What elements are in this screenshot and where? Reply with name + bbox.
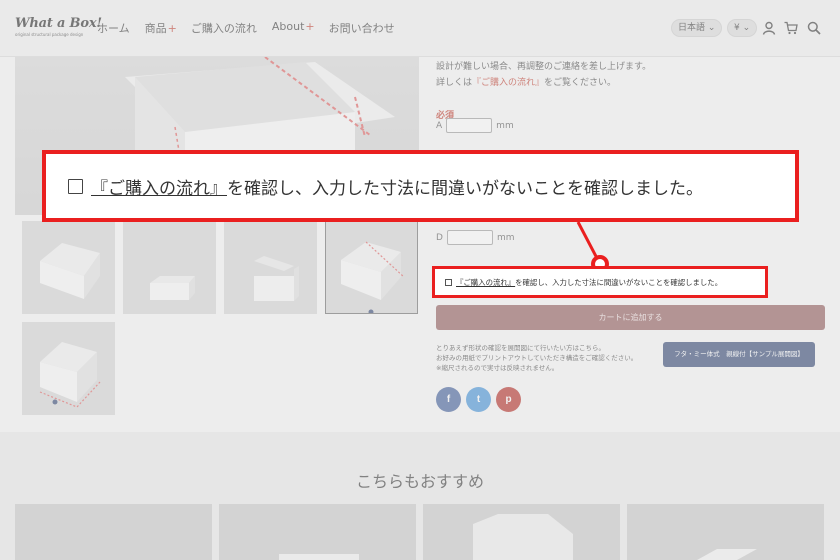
recommended-product-card[interactable] — [219, 504, 416, 560]
nav-label: お問い合わせ — [328, 22, 395, 35]
box-thumb-illustration — [279, 554, 359, 560]
dimension-unit: mm — [496, 120, 514, 131]
sample-note: とりあえず形状の確認を展開図にて行いたい方はこちら。 お好みの用紙でプリントアウ… — [436, 343, 637, 373]
nav-plus: + — [305, 20, 315, 33]
nav-label: 商品 — [144, 22, 167, 35]
recommended-product-card[interactable] — [627, 504, 824, 560]
recommended-product-card[interactable] — [15, 504, 212, 560]
site-header: What a Box! original structural package … — [0, 0, 840, 57]
thumbnail[interactable] — [123, 221, 216, 314]
cart-icon[interactable] — [784, 21, 798, 35]
thumbnail[interactable] — [224, 221, 317, 314]
nav-item-purchase-flow[interactable]: ご購入の流れ — [191, 20, 258, 36]
box-thumb-illustration — [341, 241, 405, 313]
nav-item-home[interactable]: ホーム — [97, 20, 131, 36]
box-thumb-illustration — [254, 256, 299, 301]
dimension-row-a: A mm — [436, 118, 514, 133]
add-to-cart-button[interactable]: カートに追加する — [436, 305, 825, 330]
desc-prefix: 詳しくは — [436, 78, 473, 88]
purchase-flow-link[interactable]: 『ご購入の流れ』 — [456, 277, 515, 288]
confirm-checkbox-zoomed[interactable] — [68, 178, 83, 194]
confirm-text: を確認し、入力した寸法に間違いがないことを確認しました。 — [515, 277, 723, 287]
purchase-flow-link[interactable]: 『ご購入の流れ』 — [472, 78, 544, 88]
pinterest-share-icon[interactable]: p — [496, 387, 521, 412]
desc-suffix: をご覧ください。 — [544, 78, 617, 88]
thumbnail-selected[interactable] — [325, 221, 418, 314]
sample-template-button[interactable]: フタ・ミー体式 親線付【サンプル展開図】 — [663, 342, 815, 367]
main-nav: ホーム 商品+ ご購入の流れ About+ お問い合わせ — [97, 20, 396, 36]
box-thumb-illustration — [40, 243, 100, 299]
nav-label: ご購入の流れ — [190, 22, 257, 35]
language-label: 日本語 — [678, 23, 706, 33]
recommended-product-card[interactable] — [423, 504, 620, 560]
note-line: ※縮尺されるので実寸は反映されません。 — [436, 364, 559, 372]
dimension-label: D — [436, 232, 443, 243]
box-thumb-illustration — [697, 549, 757, 560]
product-details: 設計が難しい場合、再調整のご連絡を差し上げます。 詳しくは『ご購入の流れ』をご覧… — [436, 57, 826, 121]
nav-item-contact[interactable]: お問い合わせ — [329, 20, 396, 36]
nav-label: ホーム — [97, 22, 130, 35]
currency-selector[interactable]: ¥ ⌄ — [727, 19, 758, 37]
nav-label: About — [271, 20, 305, 33]
zoomed-confirm-callout: 『ご購入の流れ』 を確認し、入力した寸法に間違いがないことを確認しました。 — [42, 150, 799, 222]
confirm-checkbox-row: 『ご購入の流れ』 を確認し、入力した寸法に間違いがないことを確認しました。 — [432, 266, 768, 298]
site-logo[interactable]: What a Box! original structural package … — [15, 16, 102, 37]
currency-label: ¥ — [734, 23, 740, 33]
dimension-label: A — [436, 120, 443, 131]
box-thumb-illustration — [473, 514, 573, 560]
dimension-unit: mm — [496, 232, 515, 243]
logo-tagline: original structural package design — [15, 32, 84, 37]
nav-item-about[interactable]: About+ — [272, 20, 315, 36]
thumbnail[interactable] — [22, 322, 115, 415]
search-icon[interactable] — [807, 21, 821, 35]
logo-main-text: What a Box! — [15, 16, 102, 31]
confirm-checkbox[interactable] — [445, 278, 452, 286]
account-icon[interactable] — [762, 21, 776, 35]
nav-plus: + — [167, 22, 177, 35]
twitter-share-icon[interactable]: t — [466, 387, 491, 412]
product-description-line: 詳しくは『ご購入の流れ』をご覧ください。 — [436, 75, 826, 88]
nav-item-products[interactable]: 商品+ — [145, 20, 177, 36]
note-line: お好みの用紙でプリントアウトしていただき構造をご確認ください。 — [436, 354, 638, 362]
box-thumb-illustration — [150, 276, 195, 300]
confirm-text-zoomed: を確認し、入力した寸法に間違いがないことを確認しました。 — [227, 178, 703, 199]
dimension-a-input[interactable] — [446, 118, 493, 133]
box-thumb-illustration — [39, 342, 101, 408]
facebook-share-icon[interactable]: f — [436, 387, 461, 412]
thumbnail[interactable] — [22, 221, 115, 314]
dimension-d-input[interactable] — [446, 230, 493, 245]
product-description-line: 設計が難しい場合、再調整のご連絡を差し上げます。 — [436, 62, 652, 72]
recommended-title: こちらもおすすめ — [355, 472, 484, 491]
language-selector[interactable]: 日本語 ⌄ — [671, 19, 723, 37]
chevron-down-icon: ⌄ — [707, 23, 716, 33]
purchase-flow-link-zoomed[interactable]: 『ご購入の流れ』 — [91, 174, 227, 199]
chevron-down-icon: ⌄ — [742, 23, 751, 33]
dimension-row-d: D mm — [436, 230, 514, 245]
note-line: とりあえず形状の確認を展開図にて行いたい方はこちら。 — [436, 344, 605, 352]
